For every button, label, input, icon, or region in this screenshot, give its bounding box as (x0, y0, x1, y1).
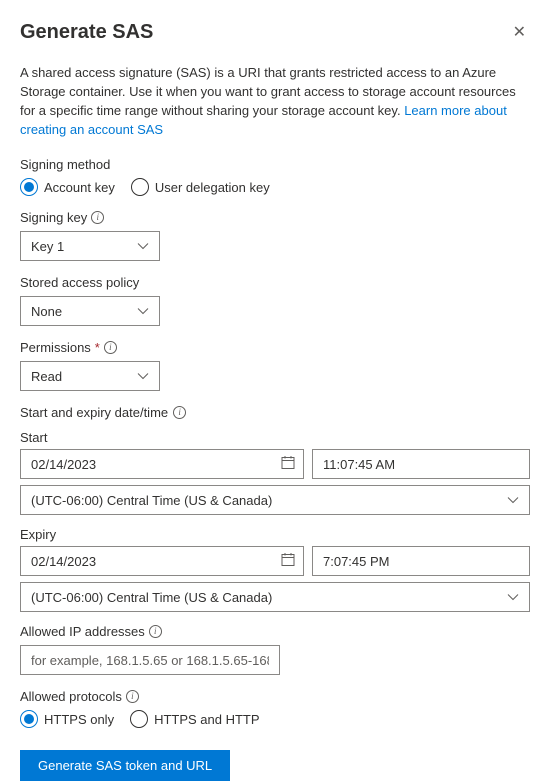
info-icon[interactable]: i (104, 341, 117, 354)
permissions-select[interactable]: Read (20, 361, 160, 391)
datetime-section-label: Start and expiry date/time (20, 405, 168, 420)
radio-icon (130, 710, 148, 728)
signing-method-label: Signing method (20, 157, 530, 172)
info-icon[interactable]: i (126, 690, 139, 703)
permissions-label: Permissions (20, 340, 91, 355)
close-icon[interactable]: ✕ (509, 18, 530, 46)
radio-label: Account key (44, 180, 115, 195)
allowed-ip-label: Allowed IP addresses (20, 624, 145, 639)
expiry-date-input[interactable]: 02/14/2023 (20, 546, 304, 576)
chevron-down-icon (137, 307, 149, 315)
signing-key-select[interactable]: Key 1 (20, 231, 160, 261)
time-value: 11:07:45 AM (323, 457, 395, 472)
description-text: A shared access signature (SAS) is a URI… (20, 64, 530, 139)
select-value: Key 1 (31, 239, 64, 254)
start-timezone-select[interactable]: (UTC-06:00) Central Time (US & Canada) (20, 485, 530, 515)
expiry-time-input[interactable]: 7:07:45 PM (312, 546, 530, 576)
calendar-icon (281, 456, 295, 473)
expiry-timezone-select[interactable]: (UTC-06:00) Central Time (US & Canada) (20, 582, 530, 612)
radio-icon (20, 710, 38, 728)
radio-label: User delegation key (155, 180, 270, 195)
radio-label: HTTPS and HTTP (154, 712, 259, 727)
start-label: Start (20, 430, 530, 445)
expiry-label: Expiry (20, 527, 530, 542)
chevron-down-icon (137, 372, 149, 380)
start-time-input[interactable]: 11:07:45 AM (312, 449, 530, 479)
allowed-ip-input[interactable] (20, 645, 280, 675)
tz-value: (UTC-06:00) Central Time (US & Canada) (31, 590, 272, 605)
radio-https-and-http[interactable]: HTTPS and HTTP (130, 710, 259, 728)
select-value: Read (31, 369, 62, 384)
chevron-down-icon (507, 593, 519, 601)
info-icon[interactable]: i (173, 406, 186, 419)
panel-title: Generate SAS (20, 21, 153, 44)
generate-button[interactable]: Generate SAS token and URL (20, 750, 230, 781)
radio-icon (131, 178, 149, 196)
radio-icon (20, 178, 38, 196)
radio-user-delegation[interactable]: User delegation key (131, 178, 270, 196)
stored-policy-select[interactable]: None (20, 296, 160, 326)
time-value: 7:07:45 PM (323, 554, 390, 569)
radio-account-key[interactable]: Account key (20, 178, 115, 196)
radio-https-only[interactable]: HTTPS only (20, 710, 114, 728)
allowed-protocols-label: Allowed protocols (20, 689, 122, 704)
radio-label: HTTPS only (44, 712, 114, 727)
calendar-icon (281, 553, 295, 570)
signing-key-label: Signing key (20, 210, 87, 225)
tz-value: (UTC-06:00) Central Time (US & Canada) (31, 493, 272, 508)
chevron-down-icon (507, 496, 519, 504)
date-value: 02/14/2023 (31, 457, 96, 472)
select-value: None (31, 304, 62, 319)
info-icon[interactable]: i (91, 211, 104, 224)
date-value: 02/14/2023 (31, 554, 96, 569)
info-icon[interactable]: i (149, 625, 162, 638)
required-indicator: * (95, 340, 100, 355)
chevron-down-icon (137, 242, 149, 250)
start-date-input[interactable]: 02/14/2023 (20, 449, 304, 479)
stored-policy-label: Stored access policy (20, 275, 530, 290)
